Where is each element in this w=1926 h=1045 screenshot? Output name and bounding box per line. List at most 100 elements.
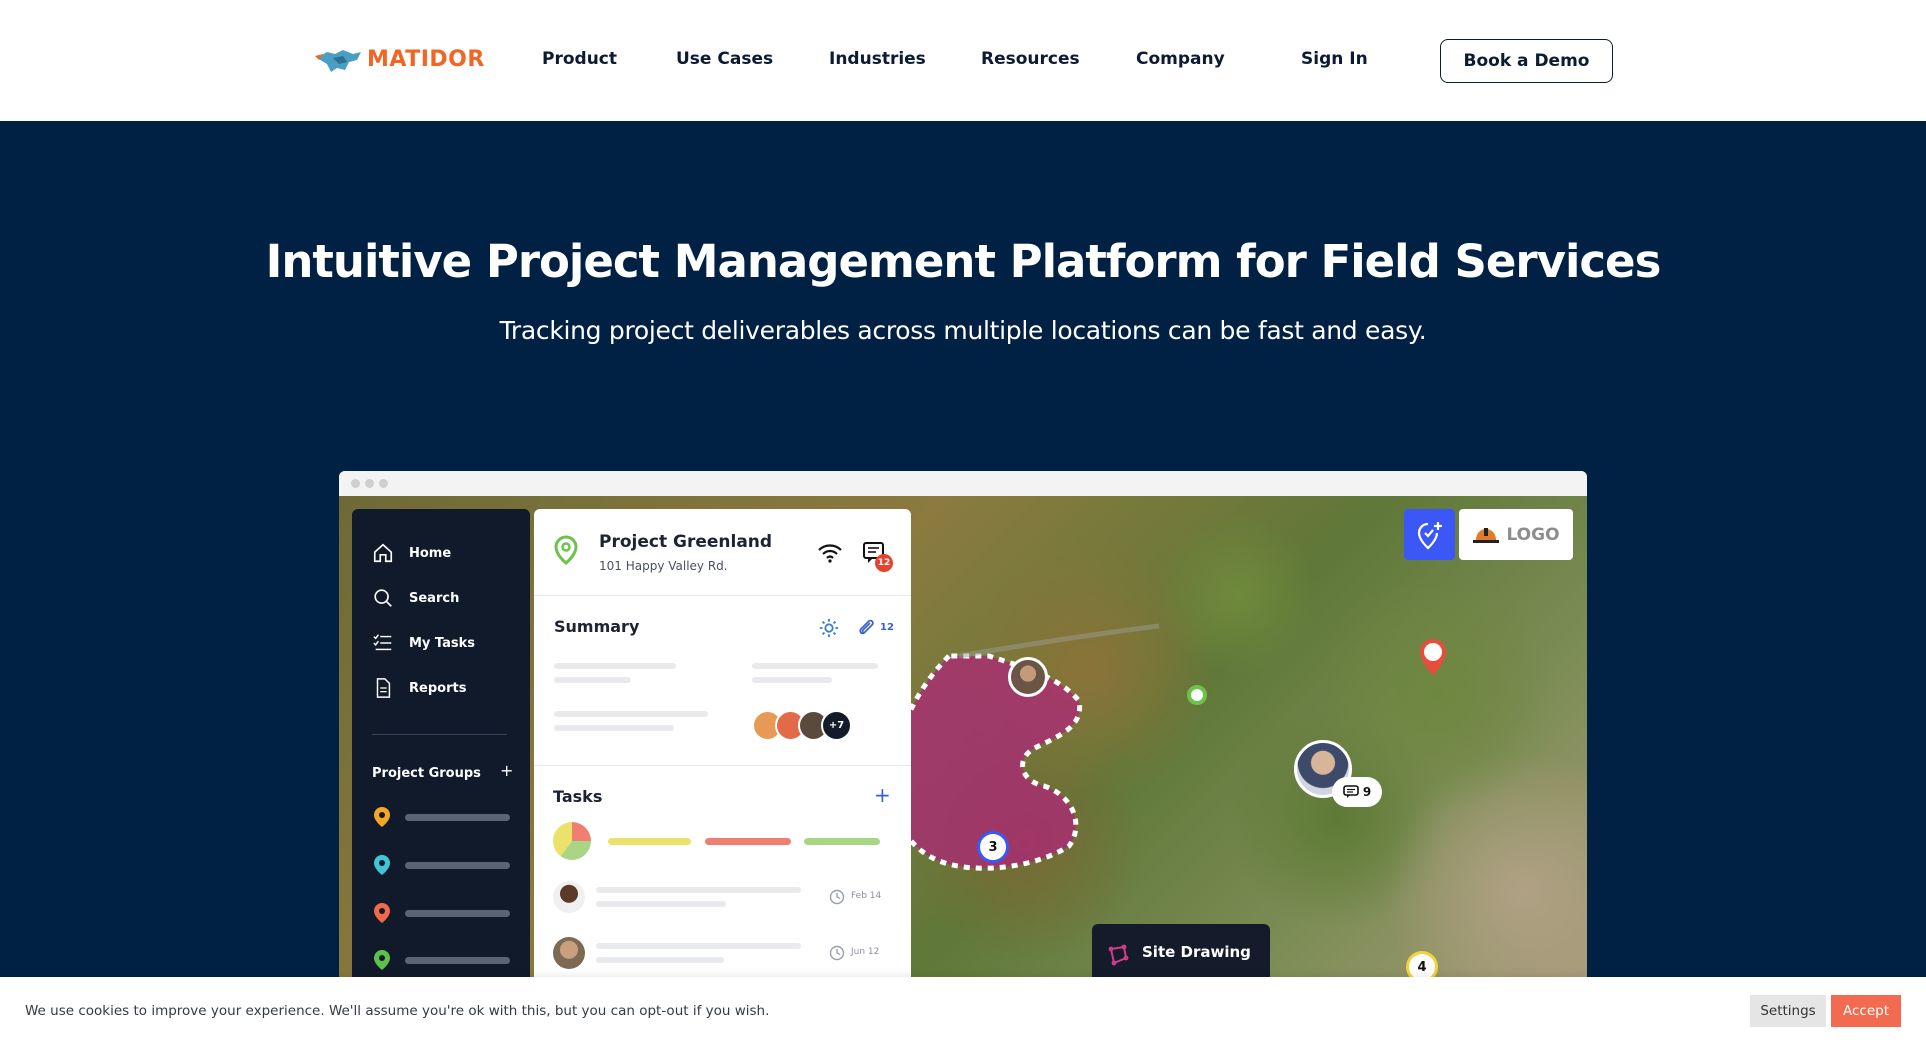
hero-subtitle: Tracking project deliverables across mul… [499, 316, 1427, 345]
chat-icon [1343, 785, 1359, 798]
project-location-pin-icon [554, 535, 578, 565]
project-group-item[interactable] [372, 806, 510, 828]
window-dot [379, 479, 388, 488]
matidor-logo[interactable]: MATIDOR [313, 44, 485, 74]
tasks-icon [373, 634, 392, 651]
top-navigation: MATIDOR Product Use Cases Industries Res… [0, 0, 1926, 121]
map-chat-badge[interactable]: 9 [1332, 777, 1382, 807]
add-task-button[interactable]: + [874, 783, 891, 807]
window-dot [351, 479, 360, 488]
task-due-date: Feb 14 [851, 891, 882, 901]
logo-text: MATIDOR [367, 46, 485, 72]
wifi-icon [818, 544, 842, 563]
location-pin-icon [374, 807, 390, 827]
project-group-item[interactable] [372, 854, 510, 876]
panel-divider [534, 765, 911, 766]
clock-icon [829, 945, 845, 961]
company-logo-placeholder[interactable]: LOGO [1459, 509, 1573, 560]
sidebar-item-label: Home [409, 545, 452, 561]
more-members-badge: +7 [821, 710, 852, 741]
text-placeholder [752, 663, 878, 669]
task-row[interactable]: Feb 14 [553, 881, 893, 917]
status-bar-done [804, 838, 880, 845]
draw-polygon-icon [1108, 944, 1129, 966]
site-drawing-label: Site Drawing [1142, 943, 1251, 961]
sidebar-item-reports[interactable]: Reports [372, 677, 466, 699]
nav-product[interactable]: Product [542, 49, 617, 69]
add-pin-icon [1417, 521, 1442, 549]
sidebar-item-label: Search [409, 590, 460, 606]
cookie-accept-button[interactable]: Accept [1831, 995, 1901, 1027]
red-location-pin-icon[interactable] [1418, 637, 1448, 677]
task-due-date: Jun 12 [851, 947, 880, 957]
logo-label: LOGO [1506, 524, 1560, 545]
location-pin-icon [374, 855, 390, 875]
window-dot [365, 479, 374, 488]
task-assignee-avatar [553, 881, 585, 913]
cookie-banner: We use cookies to improve your experienc… [0, 977, 1926, 1045]
group-name-placeholder [405, 909, 510, 917]
project-groups-label: Project Groups [372, 766, 481, 781]
text-placeholder [554, 711, 708, 717]
map-point-marker[interactable] [1187, 685, 1207, 705]
text-placeholder [554, 663, 676, 669]
window-titlebar [339, 471, 1587, 496]
panel-divider [534, 595, 911, 596]
task-status-pie-icon [553, 822, 591, 860]
book-demo-button[interactable]: Book a Demo [1440, 39, 1613, 83]
sidebar-item-label: My Tasks [409, 635, 476, 651]
team-avatars[interactable]: +7 [752, 710, 852, 741]
map-count-marker[interactable]: 3 [977, 831, 1009, 863]
status-bar-overdue [705, 838, 791, 845]
sidebar-divider [372, 734, 507, 735]
gear-icon[interactable] [818, 617, 840, 639]
clock-icon [829, 889, 845, 905]
sidebar-item-home[interactable]: Home [372, 542, 451, 564]
location-pin-icon [374, 903, 390, 923]
location-pin-icon [374, 950, 390, 970]
project-title: Project Greenland [599, 532, 773, 552]
project-group-item[interactable] [372, 902, 510, 924]
text-placeholder [554, 677, 631, 683]
project-address: 101 Happy Valley Rd. [599, 559, 728, 573]
bull-logo-icon [315, 50, 361, 72]
group-name-placeholder [405, 861, 510, 869]
sidebar-item-my-tasks[interactable]: My Tasks [372, 632, 475, 654]
sidebar-item-label: Reports [409, 680, 467, 696]
task-row[interactable]: Jun 12 [553, 937, 893, 973]
hardhat-icon [1473, 527, 1500, 543]
text-placeholder [554, 725, 674, 731]
group-name-placeholder [405, 956, 510, 964]
hero-title: Intuitive Project Management Platform fo… [265, 235, 1662, 288]
sidebar-item-search[interactable]: Search [372, 587, 459, 609]
project-panel: Project Greenland 101 Happy Valley Rd. 1… [534, 509, 911, 1009]
nav-sign-in[interactable]: Sign In [1301, 49, 1368, 69]
site-drawing-button[interactable]: Site Drawing [1092, 924, 1270, 984]
add-group-button[interactable]: + [500, 761, 513, 780]
text-placeholder [596, 943, 801, 949]
tasks-heading: Tasks [553, 787, 603, 806]
nav-company[interactable]: Company [1136, 49, 1225, 69]
attachment-icon[interactable] [856, 617, 876, 637]
group-name-placeholder [405, 813, 510, 821]
text-placeholder [596, 887, 801, 893]
search-icon [374, 589, 392, 607]
project-group-item[interactable] [372, 949, 510, 971]
nav-use-cases[interactable]: Use Cases [676, 49, 773, 69]
attachment-count: 12 [880, 622, 894, 633]
app-sidebar: Home Search My Tasks Reports Project Gro… [352, 509, 530, 1009]
add-location-button[interactable] [1404, 509, 1455, 560]
task-assignee-avatar [553, 937, 585, 969]
home-icon [373, 543, 393, 563]
nav-industries[interactable]: Industries [829, 49, 926, 69]
messages-count-badge: 12 [875, 554, 893, 572]
status-bar-pending [608, 838, 691, 845]
summary-heading: Summary [554, 617, 640, 636]
cookie-message: We use cookies to improve your experienc… [25, 1003, 770, 1019]
text-placeholder [596, 901, 726, 907]
text-placeholder [752, 677, 832, 683]
map-user-avatar[interactable] [1008, 657, 1048, 697]
chat-count: 9 [1362, 785, 1372, 799]
cookie-settings-button[interactable]: Settings [1750, 995, 1826, 1027]
nav-resources[interactable]: Resources [981, 49, 1080, 69]
